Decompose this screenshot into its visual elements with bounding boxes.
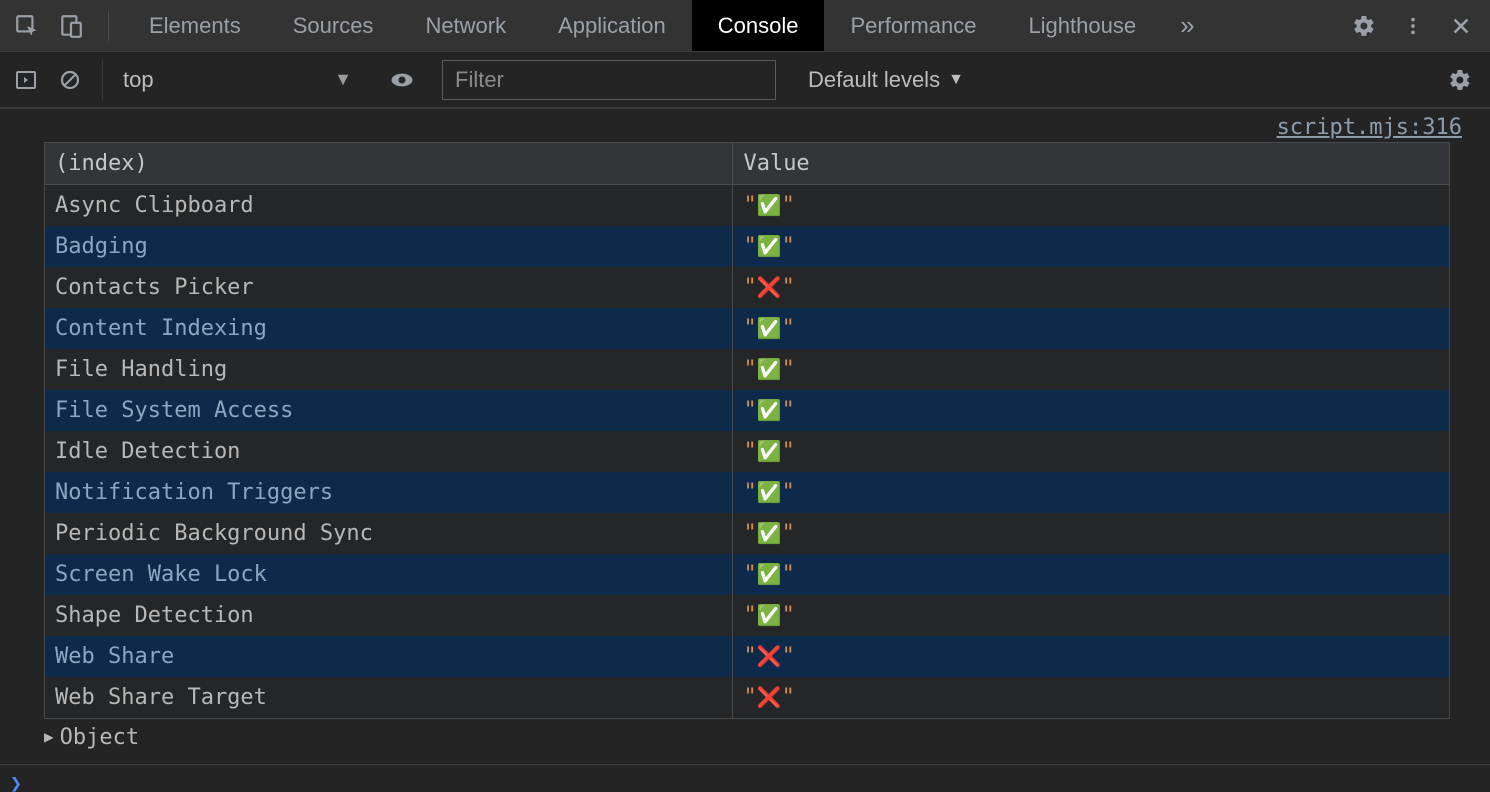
table-cell-value: "✅" (733, 226, 1449, 267)
table-row[interactable]: Contacts Picker"❌" (45, 267, 1449, 308)
table-cell-index: Web Share Target (45, 677, 733, 718)
kebab-icon[interactable] (1402, 15, 1424, 37)
tabbar-leading (0, 0, 123, 51)
tab-elements[interactable]: Elements (123, 0, 267, 51)
table-row[interactable]: File System Access"✅" (45, 390, 1449, 431)
expand-object[interactable]: ▶ Object (44, 725, 1450, 750)
table-row[interactable]: Periodic Background Sync"✅" (45, 513, 1449, 554)
tab-label: Application (558, 13, 666, 39)
table-row[interactable]: Content Indexing"✅" (45, 308, 1449, 349)
object-label: Object (60, 725, 139, 750)
tab-application[interactable]: Application (532, 0, 692, 51)
table-cell-index: Periodic Background Sync (45, 513, 733, 554)
source-link[interactable]: script.mjs:316 (1277, 115, 1462, 140)
tab-console[interactable]: Console (692, 0, 825, 51)
table-row[interactable]: Idle Detection"✅" (45, 431, 1449, 472)
tab-network[interactable]: Network (399, 0, 532, 51)
table-header-value[interactable]: Value (733, 143, 1449, 185)
device-toggle-icon[interactable] (58, 13, 84, 39)
inspect-icon[interactable] (14, 13, 40, 39)
table-cell-index: Screen Wake Lock (45, 554, 733, 595)
tab-label: Console (718, 13, 799, 39)
tab-sources[interactable]: Sources (267, 0, 400, 51)
clear-console-icon[interactable] (58, 68, 82, 92)
table-row[interactable]: Shape Detection"✅" (45, 595, 1449, 636)
filter-input[interactable] (442, 60, 776, 100)
console-sidebar-toggle-icon[interactable] (14, 68, 38, 92)
console-prompt[interactable]: ❯ (0, 764, 1490, 792)
table-cell-index: Idle Detection (45, 431, 733, 472)
tabs-overflow[interactable]: » (1162, 0, 1212, 51)
console-table: (index) Value Async Clipboard"✅"Badging"… (44, 142, 1450, 719)
table-cell-value: "❌" (733, 267, 1449, 308)
overflow-icon: » (1180, 10, 1194, 41)
tab-label: Performance (850, 13, 976, 39)
table-row[interactable]: File Handling"✅" (45, 349, 1449, 390)
table-cell-value: "❌" (733, 636, 1449, 677)
tab-label: Sources (293, 13, 374, 39)
close-icon[interactable] (1450, 15, 1472, 37)
table-cell-index: Notification Triggers (45, 472, 733, 513)
table-row[interactable]: Notification Triggers"✅" (45, 472, 1449, 513)
context-selector[interactable]: top ▼ (102, 60, 362, 100)
table-row[interactable]: Async Clipboard"✅" (45, 185, 1449, 227)
message-source-row: script.mjs:316 (0, 108, 1490, 142)
devtools-tabbar: Elements Sources Network Application Console… (0, 0, 1490, 52)
tab-lighthouse[interactable]: Lighthouse (1002, 0, 1162, 51)
chevron-down-icon: ▼ (948, 71, 964, 89)
gear-icon[interactable] (1352, 14, 1376, 38)
table-cell-value: "✅" (733, 513, 1449, 554)
table-cell-index: File Handling (45, 349, 733, 390)
tab-label: Elements (149, 13, 241, 39)
tab-performance[interactable]: Performance (824, 0, 1002, 51)
table-cell-value: "❌" (733, 677, 1449, 718)
table-row[interactable]: Screen Wake Lock"✅" (45, 554, 1449, 595)
table-row[interactable]: Web Share Target"❌" (45, 677, 1449, 718)
console-toolbar: top ▼ Default levels ▼ (0, 52, 1490, 108)
table-cell-value: "✅" (733, 431, 1449, 472)
triangle-right-icon: ▶ (44, 727, 54, 746)
table-header-index[interactable]: (index) (45, 143, 733, 185)
table-cell-value: "✅" (733, 554, 1449, 595)
table-row[interactable]: Badging"✅" (45, 226, 1449, 267)
tab-label: Lighthouse (1028, 13, 1136, 39)
table-cell-value: "✅" (733, 472, 1449, 513)
table-cell-index: Content Indexing (45, 308, 733, 349)
chevron-right-icon: ❯ (10, 771, 22, 792)
tabbar-trailing (1334, 0, 1490, 51)
table-cell-value: "✅" (733, 390, 1449, 431)
table-cell-index: File System Access (45, 390, 733, 431)
table-cell-index: Web Share (45, 636, 733, 677)
table-cell-index: Badging (45, 226, 733, 267)
log-levels-selector[interactable]: Default levels ▼ (796, 67, 964, 93)
table-cell-value: "✅" (733, 185, 1449, 227)
live-expression-icon[interactable] (388, 66, 416, 94)
tabs-list: Elements Sources Network Application Console… (123, 0, 1162, 51)
table-cell-value: "✅" (733, 308, 1449, 349)
log-levels-label: Default levels (808, 67, 940, 93)
context-selector-label: top (123, 67, 154, 93)
table-cell-value: "✅" (733, 595, 1449, 636)
table-cell-value: "✅" (733, 349, 1449, 390)
table-cell-index: Async Clipboard (45, 185, 733, 227)
table-row[interactable]: Web Share"❌" (45, 636, 1449, 677)
gear-icon[interactable] (1448, 68, 1490, 92)
console-body: script.mjs:316 (index) Value Async Clipb… (0, 108, 1490, 792)
divider (108, 11, 109, 41)
chevron-down-icon: ▼ (334, 69, 352, 90)
tab-label: Network (425, 13, 506, 39)
table-cell-index: Shape Detection (45, 595, 733, 636)
table-cell-index: Contacts Picker (45, 267, 733, 308)
